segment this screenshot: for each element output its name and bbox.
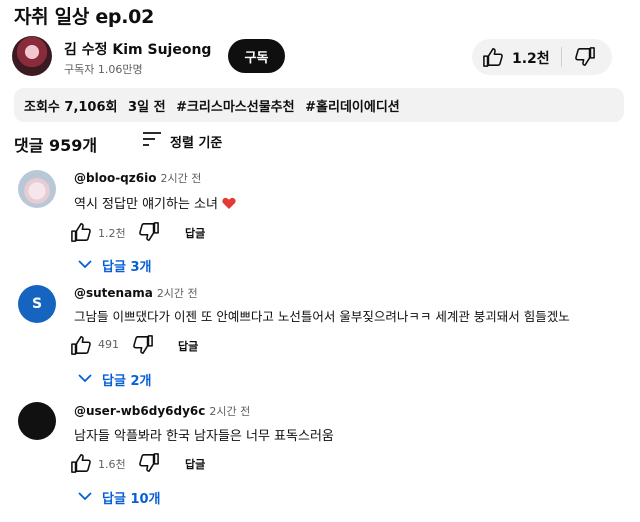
channel-name[interactable]: 김 수정 Kim Sujeong: [64, 39, 211, 59]
chevron-down-icon: [78, 372, 102, 387]
comment-author[interactable]: @bloo-qz6io 2시간 전: [74, 170, 201, 186]
thumb-down-icon[interactable]: [138, 453, 160, 477]
comment-actions: 1.2천 답글: [70, 222, 270, 244]
thumb-up-icon[interactable]: [70, 335, 92, 359]
thumb-up-icon[interactable]: [70, 222, 92, 246]
view-count: 조회수 7,106회: [24, 100, 118, 115]
comment-time: 2시간 전: [156, 287, 198, 300]
comments-count: 댓글 959개: [14, 136, 98, 155]
author-handle: @user-wb6dy6dy6c: [74, 404, 206, 418]
like-count: 1.2천: [512, 51, 550, 67]
comment-time: 2시간 전: [209, 405, 251, 418]
reply-button[interactable]: 답글: [185, 225, 205, 241]
chevron-down-icon: [78, 258, 102, 273]
comment-text: 그남들 이쁘댔다가 이젠 또 안예쁘다고 노선틀어서 울부짖으려나ㅋㅋ 세계관 …: [74, 309, 570, 324]
comment-like-count: 491: [98, 338, 119, 351]
heart-icon: [222, 197, 236, 212]
channel-avatar[interactable]: [12, 36, 52, 76]
view-replies-button[interactable]: 답글 3개: [78, 256, 151, 275]
replies-label: 답글 3개: [102, 260, 152, 275]
comment-actions: 1.6천 답글: [70, 453, 270, 475]
comment-like-count: 1.6천: [98, 458, 126, 471]
upload-age: 3일 전: [128, 100, 166, 115]
comment-like-count: 1.2천: [98, 227, 126, 240]
video-title: 자취 일상 ep.02: [14, 6, 154, 28]
sort-label: 정렬 기준: [170, 135, 223, 151]
thumb-down-icon[interactable]: [132, 335, 154, 359]
description-box[interactable]: 조회수 7,106회 3일 전 #크리스마스선물추천 #홀리데이에디션: [14, 88, 624, 122]
view-replies-button[interactable]: 답글 2개: [78, 370, 151, 389]
comment-avatar[interactable]: S: [18, 285, 56, 323]
subscribe-button[interactable]: 구독: [228, 39, 285, 73]
comment-avatar[interactable]: [18, 170, 56, 208]
dislike-button[interactable]: [562, 39, 612, 75]
sort-button[interactable]: 정렬 기준: [142, 131, 222, 151]
thumb-down-icon: [574, 47, 596, 71]
hashtag[interactable]: #홀리데이에디션: [305, 100, 400, 115]
description-meta: 조회수 7,106회 3일 전 #크리스마스선물추천 #홀리데이에디션: [24, 96, 406, 115]
like-button[interactable]: 1.2천: [472, 39, 560, 75]
reply-button[interactable]: 답글: [185, 456, 205, 472]
comment-text: 역시 정답만 얘기하는 소녀: [74, 193, 236, 212]
thumb-up-icon: [482, 47, 504, 71]
reply-button[interactable]: 답글: [178, 338, 198, 354]
comment-time: 2시간 전: [160, 172, 202, 185]
like-dislike-pill: 1.2천: [472, 39, 612, 75]
comment-author[interactable]: @user-wb6dy6dy6c 2시간 전: [74, 403, 250, 419]
replies-label: 답글 2개: [102, 374, 152, 389]
comment-text: 남자들 악플봐라 한국 남자들은 너무 표독스러움: [74, 429, 334, 444]
author-handle: @sutenama: [74, 286, 153, 300]
comment-avatar[interactable]: [18, 402, 56, 440]
comment-author[interactable]: @sutenama 2시간 전: [74, 285, 198, 301]
subscriber-count: 구독자 1.06만명: [64, 63, 143, 76]
author-handle: @bloo-qz6io: [74, 171, 157, 185]
hashtag[interactable]: #크리스마스선물추천: [176, 100, 295, 115]
thumb-down-icon[interactable]: [138, 222, 160, 246]
sort-lines-icon: [142, 131, 162, 151]
comment-body: 역시 정답만 얘기하는 소녀: [74, 197, 218, 212]
chevron-down-icon: [78, 490, 102, 505]
replies-label: 답글 10개: [102, 492, 161, 507]
view-replies-button[interactable]: 답글 10개: [78, 488, 161, 507]
comment-actions: 491 답글: [70, 335, 270, 357]
thumb-up-icon[interactable]: [70, 453, 92, 477]
